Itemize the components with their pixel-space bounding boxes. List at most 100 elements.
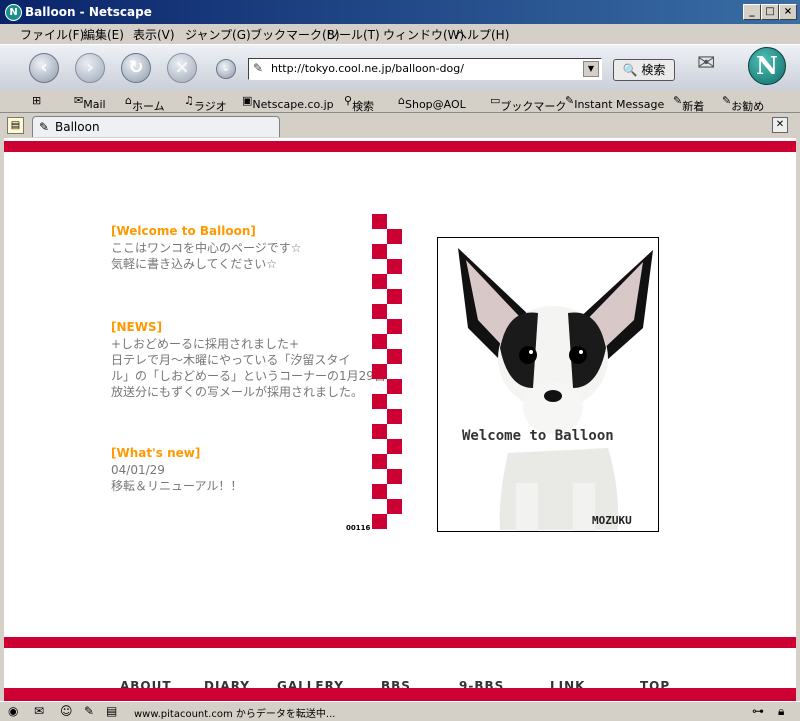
close-tab-icon[interactable]: ✕ bbox=[772, 117, 788, 133]
bookmark-search[interactable]: ⚲ 検索 bbox=[344, 94, 374, 113]
news-line: ル」の「しおどめーる」というコーナーの1月29日 bbox=[111, 369, 386, 383]
dog-photo: Welcome to Balloon MOZUKU bbox=[437, 237, 659, 532]
bookmark-label: Netscape.co.jp bbox=[252, 98, 334, 111]
access-counter: 00116 bbox=[346, 524, 371, 532]
stop-icon[interactable]: × bbox=[167, 53, 197, 83]
page-icon: ✎ bbox=[253, 61, 264, 75]
checker-square bbox=[372, 274, 387, 289]
bookmark-label: ブックマーク bbox=[500, 100, 567, 113]
menu-help[interactable]: ヘルプ(H) bbox=[455, 26, 509, 43]
mail-status-icon[interactable]: ✉ bbox=[34, 704, 44, 718]
photo-signature: MOZUKU bbox=[592, 514, 632, 527]
url-field[interactable]: ✎ http://tokyo.cool.ne.jp/balloon-dog/ ▼ bbox=[248, 58, 602, 80]
checker-square bbox=[387, 379, 402, 394]
tab-page-icon: ✎ bbox=[39, 120, 50, 134]
netscape-n-icon[interactable]: N bbox=[748, 47, 786, 85]
menu-view[interactable]: 表示(V) bbox=[133, 26, 175, 43]
whats-new-text: 04/01/29 移転＆リニューアル！！ bbox=[111, 462, 242, 494]
menu-tools[interactable]: ツール(T) bbox=[327, 26, 380, 43]
tab-balloon[interactable]: ✎ Balloon bbox=[32, 116, 280, 137]
photo-caption: Welcome to Balloon bbox=[462, 428, 614, 444]
checker-square bbox=[387, 349, 402, 364]
menu-window[interactable]: ウィンドウ(W) bbox=[383, 26, 464, 43]
news-text: +しおどめーるに採用されました+ 日テレで月～木曜にやっている「汐留スタイ ル」… bbox=[111, 336, 386, 400]
personal-toolbar: ⊞ ✉ Mail ⌂ ホーム ♫ ラジオ ▣ Netscape.co.jp ⚲ … bbox=[0, 90, 800, 113]
checker-square bbox=[372, 394, 387, 409]
checkered-divider bbox=[372, 214, 402, 536]
checker-square bbox=[387, 259, 402, 274]
history-dropdown-icon[interactable]: ⌄ bbox=[216, 59, 236, 79]
checker-square bbox=[372, 424, 387, 439]
bookmark-label: Instant Message bbox=[574, 98, 665, 111]
netscape-status-icon[interactable]: ◉ bbox=[8, 704, 18, 718]
reload-icon[interactable]: ↻ bbox=[121, 53, 151, 83]
new-tab-icon[interactable]: ▤ bbox=[7, 117, 24, 134]
news-line: 日テレで月～木曜にやっている「汐留スタイ bbox=[111, 353, 351, 367]
tab-label: Balloon bbox=[55, 120, 100, 134]
welcome-line: 気軽に書き込みしてください☆ bbox=[111, 257, 278, 271]
checker-square bbox=[387, 229, 402, 244]
maximize-button[interactable]: □ bbox=[761, 4, 779, 20]
bookmark-instant-message[interactable]: ✎ Instant Message bbox=[565, 94, 664, 111]
checker-square bbox=[387, 439, 402, 454]
bookmark-mail[interactable]: ✉ Mail bbox=[74, 94, 106, 111]
back-icon[interactable]: ‹ bbox=[29, 53, 59, 83]
checker-square bbox=[387, 289, 402, 304]
whats-new-heading: [What's new] bbox=[111, 446, 201, 460]
checker-square bbox=[372, 214, 387, 229]
checker-square bbox=[387, 469, 402, 484]
url-text: http://tokyo.cool.ne.jp/balloon-dog/ bbox=[271, 62, 464, 75]
im-status-icon[interactable]: ☺ bbox=[60, 704, 73, 718]
whats-new-item: 移転＆リニューアル！！ bbox=[111, 479, 243, 493]
welcome-text: ここはワンコを中心のページです☆ 気軽に書き込みしてください☆ bbox=[111, 240, 302, 272]
bookmark-radio[interactable]: ♫ ラジオ bbox=[184, 94, 227, 113]
bookmark-label: Shop@AOL bbox=[404, 98, 466, 111]
title-bar: N Balloon - Netscape _ □ × bbox=[0, 0, 800, 24]
checker-square bbox=[387, 409, 402, 424]
bookmark-new[interactable]: ✎ 新着 bbox=[673, 94, 704, 113]
netscape-logo-icon: N bbox=[5, 4, 22, 21]
top-red-band bbox=[4, 141, 796, 152]
bookmark-folder[interactable]: ▭ ブックマーク bbox=[490, 94, 566, 113]
menu-go[interactable]: ジャンプ(G) bbox=[185, 26, 251, 43]
checker-square bbox=[387, 499, 402, 514]
checker-square bbox=[372, 364, 387, 379]
bookmark-netscape[interactable]: ▣ Netscape.co.jp bbox=[242, 94, 334, 111]
bookmark-label: ラジオ bbox=[193, 100, 227, 113]
composer-status-icon[interactable]: ✎ bbox=[84, 704, 94, 718]
toolbar-grip-icon[interactable]: ⊞ bbox=[32, 94, 41, 107]
news-line: +しおどめーるに採用されました+ bbox=[111, 337, 300, 351]
bookmark-label: 新着 bbox=[682, 100, 705, 113]
status-text: www.pitacount.com からデータを転送中... bbox=[134, 709, 336, 720]
checker-square bbox=[372, 484, 387, 499]
search-button[interactable]: 🔍 検索 bbox=[613, 59, 675, 81]
menu-edit[interactable]: 編集(E) bbox=[83, 26, 124, 43]
checker-square bbox=[372, 304, 387, 319]
minimize-button[interactable]: _ bbox=[743, 4, 761, 20]
checker-square bbox=[372, 514, 387, 529]
mail-tray-icon[interactable]: ✉ bbox=[697, 51, 715, 76]
bookmark-label: お勧め bbox=[731, 100, 765, 113]
addressbook-status-icon[interactable]: ▤ bbox=[106, 704, 117, 718]
menu-bar: ファイル(F) 編集(E) 表示(V) ジャンプ(G) ブックマーク(B) ツー… bbox=[0, 24, 800, 44]
middle-red-band bbox=[4, 637, 796, 648]
web-page: [Welcome to Balloon] ここはワンコを中心のページです☆ 気軽… bbox=[4, 138, 796, 701]
forward-icon[interactable]: › bbox=[75, 53, 105, 83]
checker-square bbox=[372, 334, 387, 349]
checker-square bbox=[387, 319, 402, 334]
security-lock-icon[interactable]: 🔒︎ bbox=[778, 704, 784, 719]
whats-new-date: 04/01/29 bbox=[111, 463, 165, 477]
menu-file[interactable]: ファイル(F) bbox=[20, 26, 84, 43]
close-window-button[interactable]: × bbox=[779, 4, 797, 20]
welcome-line: ここはワンコを中心のページです☆ bbox=[111, 241, 302, 255]
bookmark-recommend[interactable]: ✎ お勧め bbox=[722, 94, 764, 113]
news-line: 放送分にもずくの写メールが採用されました。 bbox=[111, 385, 364, 399]
bookmark-label: 検索 bbox=[352, 100, 375, 113]
bookmark-home[interactable]: ⌂ ホーム bbox=[125, 94, 165, 113]
online-status-icon[interactable]: ⊶ bbox=[752, 704, 764, 718]
bookmark-shop[interactable]: ⌂ Shop@AOL bbox=[398, 94, 466, 111]
url-dropdown-icon[interactable]: ▼ bbox=[583, 61, 599, 77]
chihuahua-illustration bbox=[458, 248, 653, 531]
bookmark-label: Mail bbox=[83, 98, 106, 111]
status-bar: ◉ ✉ ☺ ✎ ▤ www.pitacount.com からデータを転送中...… bbox=[0, 701, 800, 721]
